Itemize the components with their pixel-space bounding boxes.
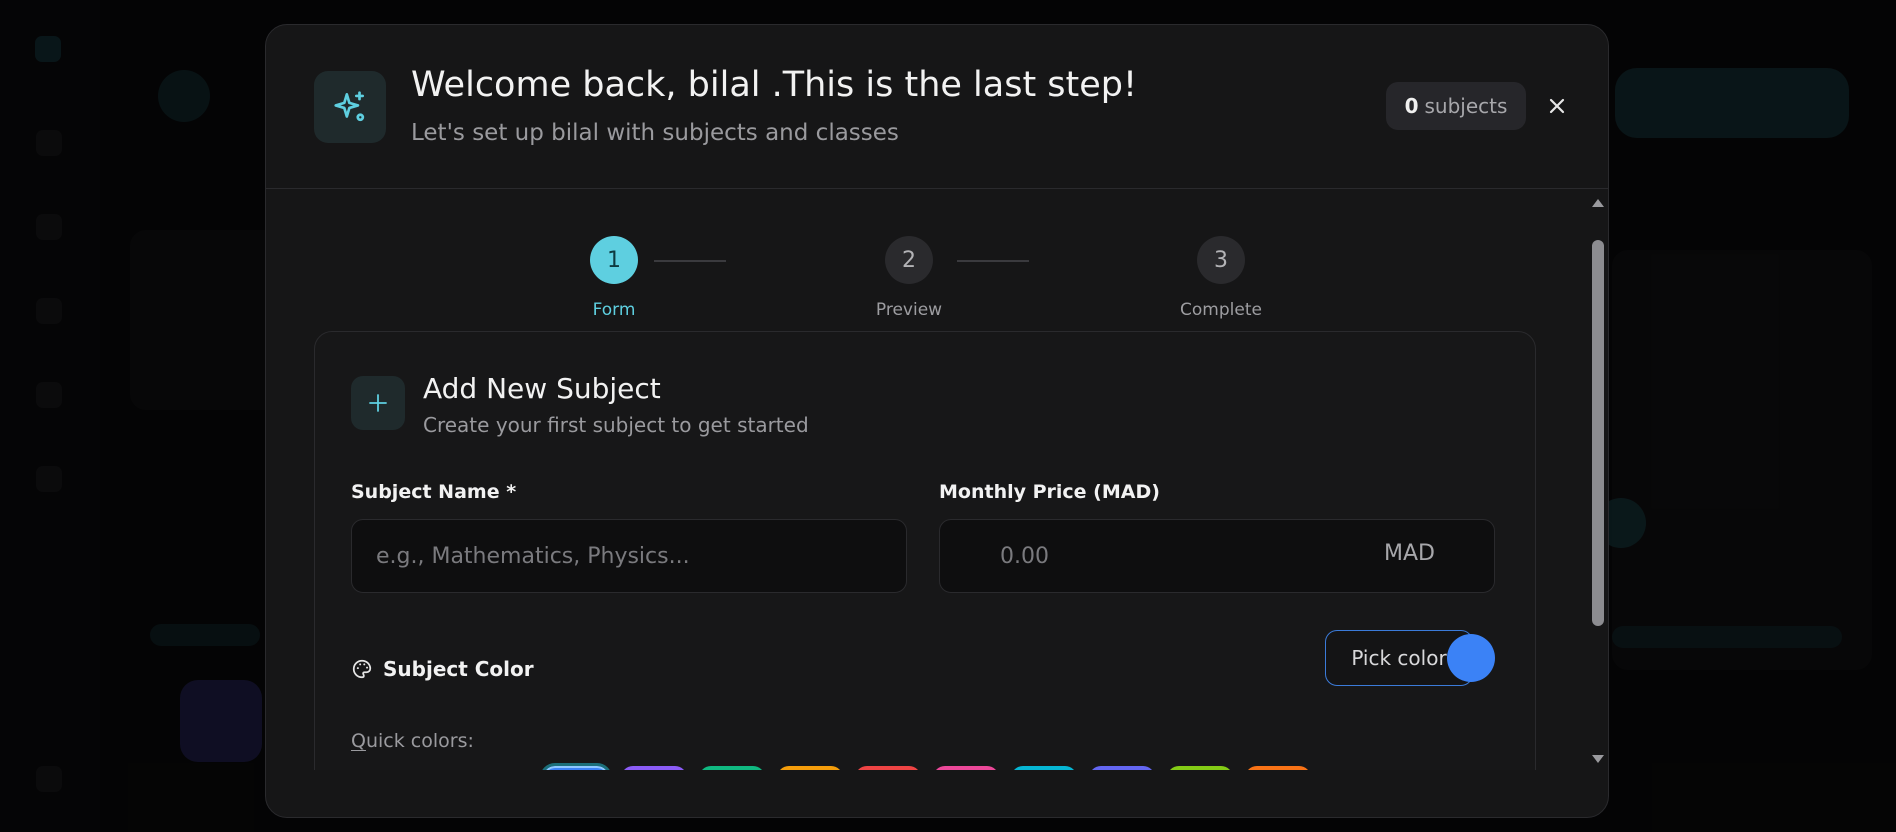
plus-icon — [351, 376, 405, 430]
currency-label: MAD — [1384, 541, 1435, 566]
modal-body[interactable]: 1 Form 2 Preview 3 Complete Add New Subj… — [266, 190, 1586, 770]
close-button[interactable] — [1538, 87, 1576, 125]
subject-color-label: Subject Color — [351, 657, 534, 681]
color-swatch[interactable] — [540, 763, 612, 770]
quick-colors-text: uick colors: — [365, 730, 474, 752]
color-swatch[interactable] — [933, 766, 999, 770]
color-swatch[interactable] — [1011, 766, 1077, 770]
scroll-thumb[interactable] — [1592, 240, 1604, 626]
subject-name-input[interactable] — [351, 519, 907, 593]
step-label: Complete — [1180, 300, 1262, 320]
color-swatch[interactable] — [777, 766, 843, 770]
modal-header: Welcome back, bilal .This is the last st… — [266, 25, 1608, 189]
onboarding-modal: Welcome back, bilal .This is the last st… — [265, 24, 1609, 818]
color-swatch[interactable] — [1167, 766, 1233, 770]
color-swatch[interactable] — [1089, 766, 1155, 770]
sparkles-icon — [314, 71, 386, 143]
subjects-count: 0 — [1404, 94, 1419, 118]
card-subtitle: Create your first subject to get started — [423, 413, 809, 437]
color-swatch[interactable] — [855, 766, 921, 770]
selected-color-preview[interactable] — [1447, 634, 1495, 682]
add-subject-card: Add New Subject Create your first subjec… — [314, 331, 1536, 770]
step-number: 2 — [885, 236, 933, 284]
quick-colors-accesskey: Q — [351, 730, 366, 752]
modal-subtitle: Let's set up bilal with subjects and cla… — [411, 120, 899, 146]
step-preview: 2 Preview — [829, 236, 989, 320]
subject-name-label: Subject Name * — [351, 481, 517, 503]
step-connector — [654, 260, 726, 262]
quick-color-swatches — [540, 763, 1311, 770]
subject-color-text: Subject Color — [383, 657, 534, 681]
step-number: 1 — [590, 236, 638, 284]
step-complete: 3 Complete — [1141, 236, 1301, 320]
palette-icon — [352, 659, 372, 679]
monthly-price-field: MAD — [939, 519, 1495, 593]
color-swatch[interactable] — [699, 766, 765, 770]
step-number: 3 — [1197, 236, 1245, 284]
modal-scrollbar[interactable] — [1586, 190, 1608, 770]
color-swatch[interactable] — [621, 766, 687, 770]
monthly-price-label: Monthly Price (MAD) — [939, 481, 1160, 503]
scroll-up-arrow[interactable] — [1590, 196, 1606, 210]
step-connector — [957, 260, 1029, 262]
scroll-down-arrow[interactable] — [1590, 752, 1606, 766]
modal-title: Welcome back, bilal .This is the last st… — [411, 65, 1138, 105]
quick-colors-label: Quick colors: — [351, 730, 474, 752]
step-form: 1 Form — [534, 236, 694, 320]
color-swatch[interactable] — [1245, 766, 1311, 770]
card-title: Add New Subject — [423, 372, 661, 405]
subjects-count-badge: 0 subjects — [1386, 82, 1526, 130]
close-icon — [1549, 98, 1565, 114]
subjects-count-label: subjects — [1424, 94, 1508, 118]
step-label: Preview — [875, 300, 943, 320]
step-label: Form — [592, 300, 636, 320]
